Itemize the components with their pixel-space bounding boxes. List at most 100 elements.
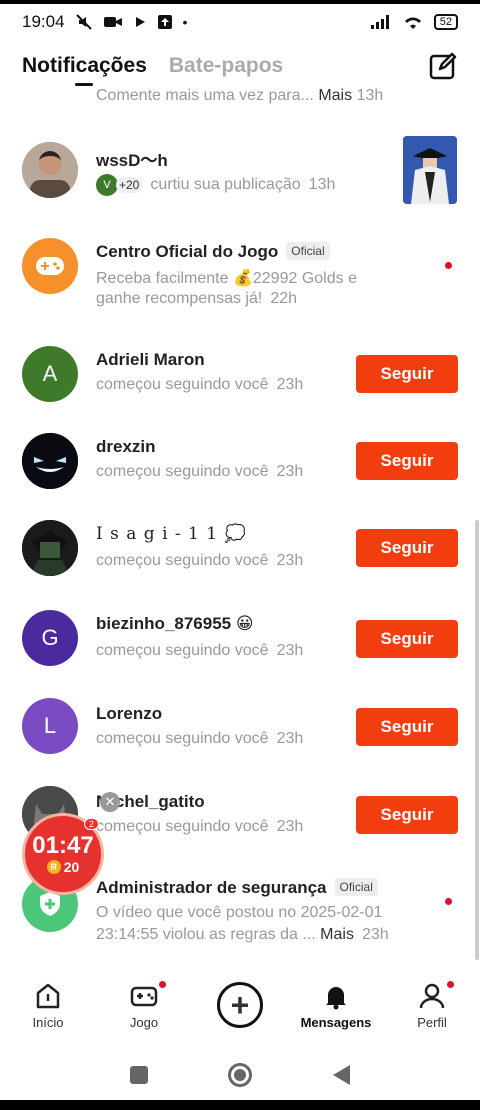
- avatar[interactable]: [22, 433, 78, 489]
- compose-icon[interactable]: [428, 51, 458, 81]
- nav-home-label: Início: [32, 1014, 64, 1030]
- gamepad-icon: [130, 986, 158, 1006]
- anime-thumbnail-icon: [403, 136, 457, 204]
- more-link[interactable]: Mais: [320, 926, 354, 943]
- signal-icon: [370, 15, 389, 29]
- partial-notification[interactable]: Comente mais uma vez para... Mais 13h: [96, 88, 383, 108]
- tab-notifications[interactable]: Notificações: [22, 54, 147, 86]
- official-name[interactable]: Centro Oficial do Jogo Oficial: [96, 242, 330, 262]
- follow-button[interactable]: Seguir: [356, 796, 458, 834]
- bottom-edge: [0, 1100, 480, 1110]
- person-photo-icon: [22, 142, 78, 198]
- nav-messages[interactable]: Mensagens: [296, 981, 376, 1030]
- official-badge: Oficial: [334, 878, 378, 896]
- activity-time: 13h: [308, 176, 336, 193]
- floating-timer-widget[interactable]: 2 01:47 R 20: [22, 813, 104, 895]
- tab-chats[interactable]: Bate-papos: [169, 54, 283, 78]
- recents-icon[interactable]: [130, 1066, 149, 1084]
- activity-time: 23h: [276, 818, 304, 835]
- follow-button[interactable]: Seguir: [356, 529, 458, 567]
- activity-text: começou seguindo você: [96, 730, 269, 747]
- activity-text: começou seguindo você: [96, 818, 269, 835]
- avatar[interactable]: [22, 142, 78, 198]
- follow-button[interactable]: Seguir: [356, 708, 458, 746]
- user-name[interactable]: wssD〜h: [96, 146, 168, 171]
- nav-profile-label: Perfil: [417, 1014, 447, 1030]
- message-line-1: Receba facilmente 💰22992 Golds e: [96, 270, 357, 287]
- close-icon[interactable]: ✕: [100, 792, 120, 812]
- activity-desc: começou seguindo você 23h: [96, 818, 303, 836]
- plus-icon: +: [217, 982, 263, 1028]
- message-time: 23h: [361, 926, 389, 943]
- timer-clock: 01:47: [32, 832, 94, 859]
- activity-desc: começou seguindo você 23h: [96, 463, 303, 481]
- nav-profile-dot: [447, 980, 454, 988]
- video-icon: [103, 17, 122, 27]
- home-button-icon[interactable]: [228, 1063, 253, 1087]
- activity-text: começou seguindo você: [96, 376, 269, 393]
- follow-button[interactable]: Seguir: [356, 442, 458, 480]
- official-name[interactable]: Administrador de segurança Oficial: [96, 878, 378, 898]
- coin-icon: R: [46, 860, 61, 874]
- nav-game-label: Jogo: [129, 1014, 159, 1030]
- avatar[interactable]: G: [22, 610, 78, 666]
- scrollbar[interactable]: [475, 520, 479, 960]
- more-dot-icon: •: [182, 14, 188, 30]
- likes-count: +20: [116, 177, 143, 193]
- post-thumbnail[interactable]: [403, 136, 457, 204]
- more-link[interactable]: Mais: [318, 88, 352, 104]
- activity-time: 23h: [276, 730, 304, 747]
- list-item[interactable]: Centro Oficial do Jogo Oficial Receba fac…: [0, 234, 480, 314]
- back-icon[interactable]: [332, 1065, 350, 1085]
- nav-profile[interactable]: Perfil: [392, 980, 472, 1030]
- nav-create[interactable]: +: [200, 982, 280, 1028]
- user-name[interactable]: Adrieli Maron: [96, 350, 205, 370]
- bottom-nav: Início Jogo + Mensagens Perfil: [0, 960, 480, 1050]
- user-name[interactable]: biezinho_876955 😀: [96, 614, 254, 634]
- message-line-2: 23:14:55 violou as regras da ... Mais 23h: [96, 926, 389, 944]
- activity-time: 23h: [276, 552, 304, 569]
- avatar-initial: A: [42, 361, 58, 386]
- profile-icon: [419, 983, 445, 1008]
- message-line-2-text: 23:14:55 violou as regras da ...: [96, 926, 316, 943]
- avatar-initial: L: [43, 713, 57, 738]
- list-item[interactable]: drexzin começou seguindo você 23h Seguir: [0, 431, 480, 511]
- follow-button[interactable]: Seguir: [356, 355, 458, 393]
- message-line-1: O vídeo que você postou no 2025-02-01: [96, 904, 383, 921]
- avatar[interactable]: [22, 238, 78, 294]
- avatar[interactable]: A: [22, 346, 78, 402]
- unread-dot: [445, 898, 452, 905]
- upload-icon: [157, 15, 172, 29]
- user-name[interactable]: drexzin: [96, 437, 156, 457]
- play-icon: [135, 17, 145, 27]
- nav-game-dot: [159, 980, 166, 988]
- nav-messages-label: Mensagens: [300, 1014, 372, 1030]
- activity-time: 23h: [276, 463, 304, 480]
- activity-desc: V +20 curtiu sua publicação 13h: [96, 174, 335, 196]
- activity-text: curtiu sua publicação: [150, 176, 301, 193]
- activity-time: 23h: [276, 642, 304, 659]
- nav-home[interactable]: Início: [8, 981, 88, 1030]
- glowing-face-icon: [22, 433, 78, 489]
- avatar[interactable]: [22, 520, 78, 576]
- follow-button[interactable]: Seguir: [356, 620, 458, 658]
- message-line-2: ganhe recompensas já! 22h: [96, 290, 297, 308]
- user-name[interactable]: Lorenzo: [96, 704, 162, 724]
- list-item[interactable]: wssD〜h V +20 curtiu sua publicação 13h: [0, 136, 480, 218]
- nav-game[interactable]: Jogo: [104, 980, 184, 1030]
- status-bar: 19:04 • 52: [0, 0, 480, 44]
- mini-avatar: V: [96, 174, 118, 196]
- bell-icon: [326, 986, 346, 1009]
- activity-text: começou seguindo você: [96, 463, 269, 480]
- partial-text: Comente mais uma vez para...: [96, 88, 314, 104]
- list-item[interactable]: I s a g i - 1 1 💭 começou seguindo você 2…: [0, 518, 480, 598]
- list-item[interactable]: L Lorenzo começou seguindo você 23h Segui…: [0, 698, 480, 778]
- avatar[interactable]: L: [22, 698, 78, 754]
- system-nav: [0, 1050, 480, 1100]
- header: Notificações Bate-papos: [0, 44, 480, 88]
- partial-time: 13h: [356, 88, 384, 104]
- list-item[interactable]: A Adrieli Maron começou seguindo você 23h…: [0, 344, 480, 424]
- timer-count-badge: 2: [83, 818, 99, 830]
- user-name[interactable]: I s a g i - 1 1 💭: [96, 524, 247, 544]
- list-item[interactable]: G biezinho_876955 😀 começou seguindo voc…: [0, 610, 480, 690]
